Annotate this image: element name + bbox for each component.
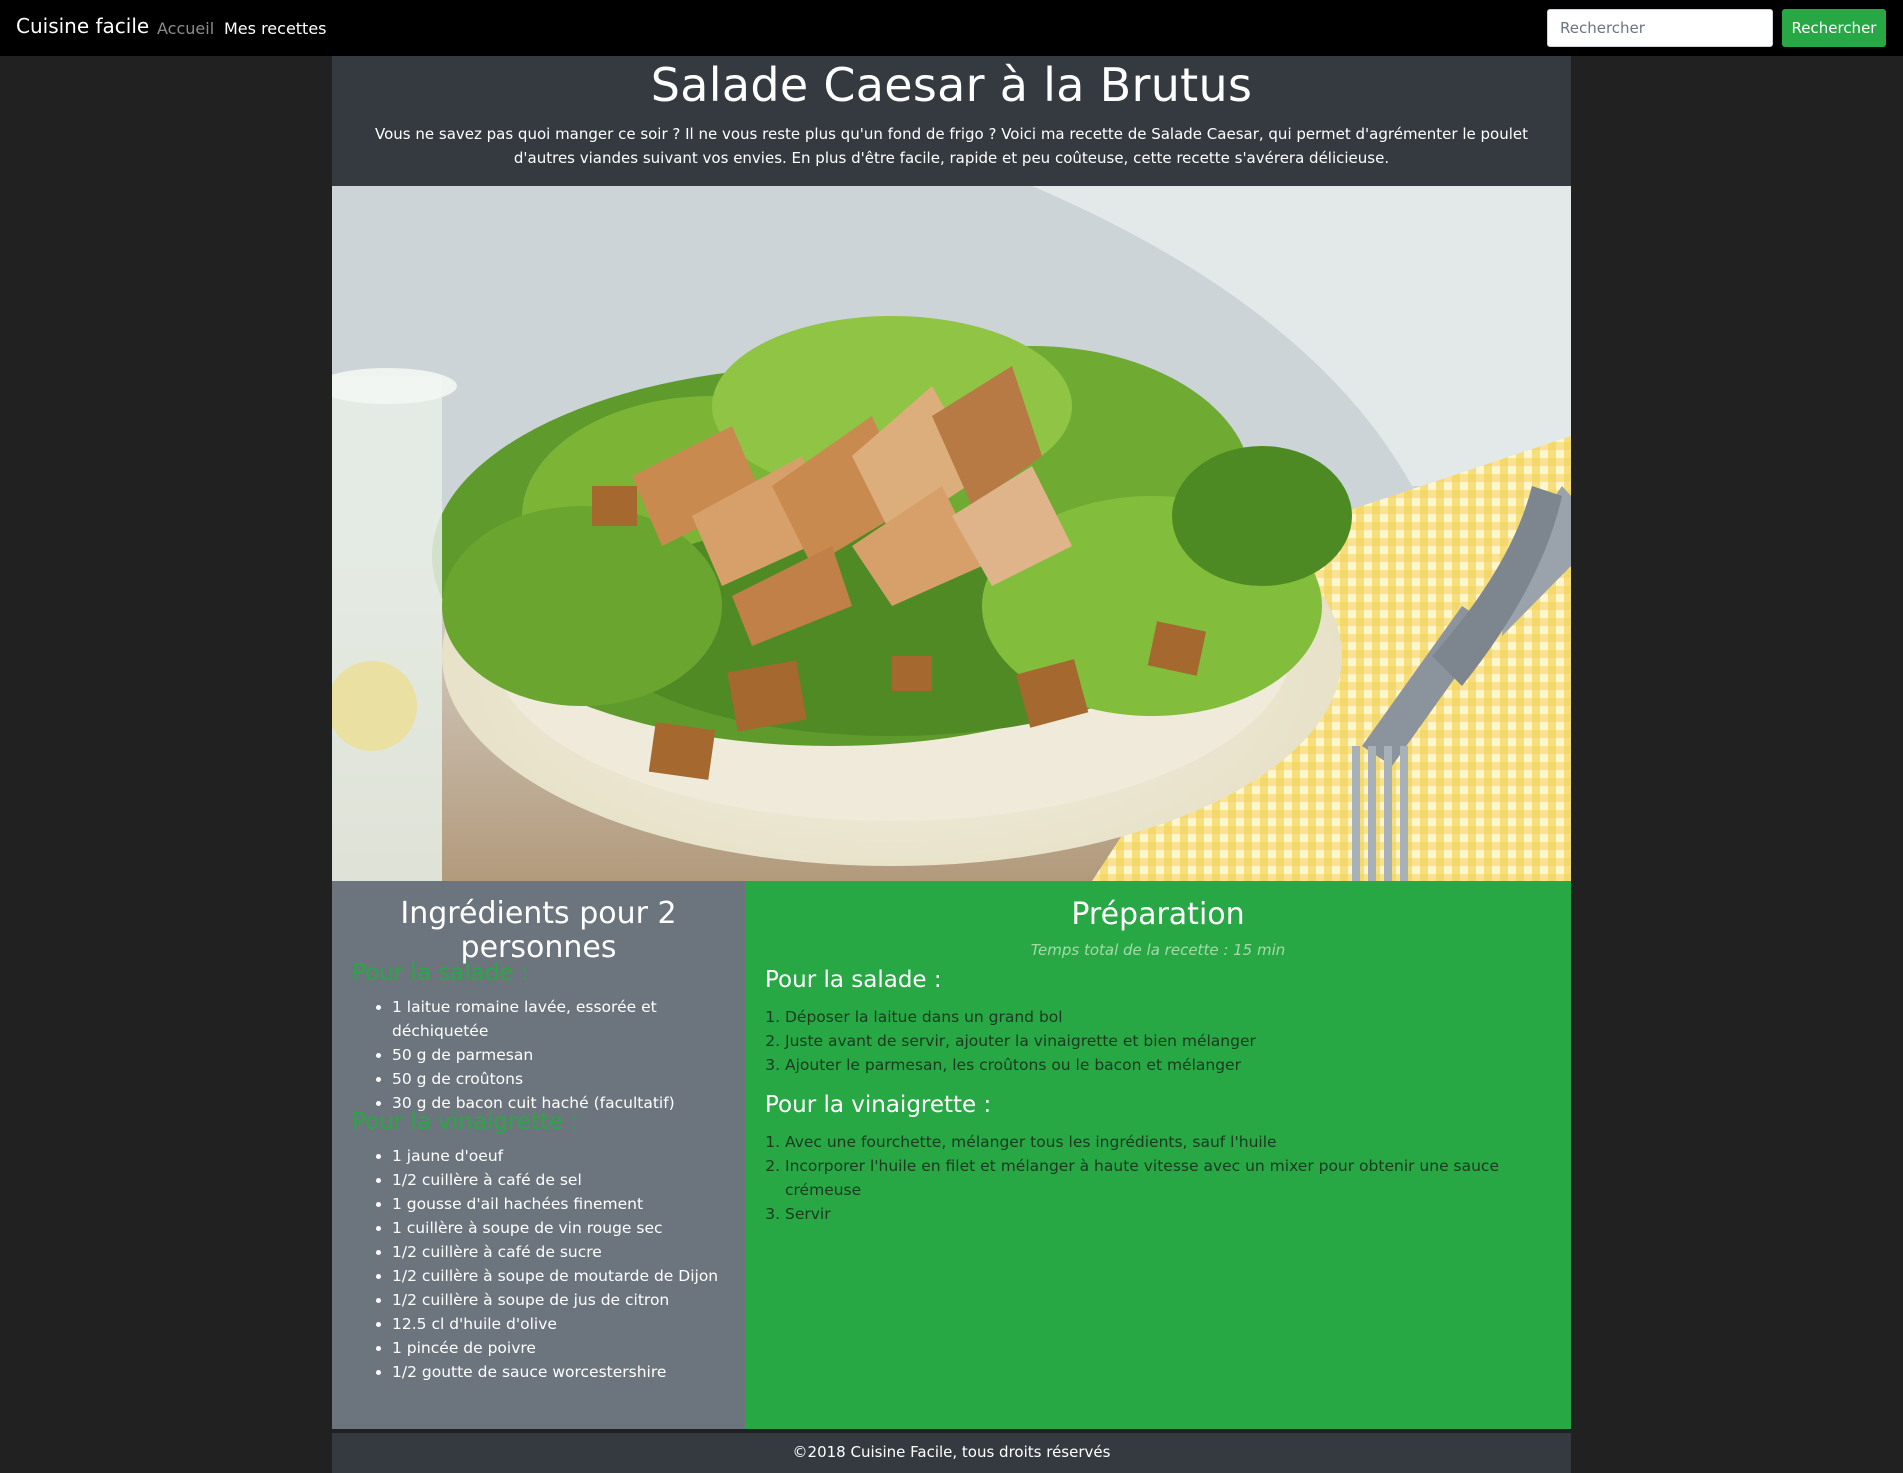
recipe-intro: Vous ne savez pas quoi manger ce soir ? … — [375, 125, 1528, 167]
list-item: 1 cuillère à soupe de vin rouge sec — [392, 1216, 718, 1240]
list-item: 1 gousse d'ail hachées finement — [392, 1192, 718, 1216]
list-item: Ajouter le parmesan, les croûtons ou le … — [785, 1053, 1256, 1077]
list-item: 50 g de croûtons — [392, 1067, 745, 1091]
ingredients-salade-heading: Pour la salade : — [352, 960, 529, 986]
list-item: 1/2 cuillère à café de sel — [392, 1168, 718, 1192]
ingredients-title: Ingrédients pour 2 personnes — [400, 896, 677, 965]
ingredients-section: Ingrédients pour 2 personnes Pour la sal… — [332, 881, 745, 1429]
search-button[interactable]: Rechercher — [1782, 9, 1886, 47]
list-item: Déposer la laitue dans un grand bol — [785, 1005, 1256, 1029]
preparation-time: Temps total de la recette : 15 min — [1030, 941, 1286, 959]
recipe-title: Salade Caesar à la Brutus — [650, 58, 1253, 112]
list-item: 1/2 cuillère à café de sucre — [392, 1240, 718, 1264]
nav-link-mes-recettes[interactable]: Mes recettes — [224, 19, 327, 38]
list-item: 1 pincée de poivre — [392, 1336, 718, 1360]
preparation-vinaigrette-heading: Pour la vinaigrette : — [765, 1092, 992, 1118]
preparation-salade-heading: Pour la salade : — [765, 967, 942, 993]
recipe-container: Salade Caesar à la Brutus Vous ne savez … — [332, 56, 1571, 1473]
list-item: 50 g de parmesan — [392, 1043, 745, 1067]
ingredients-salade-list: 1 laitue romaine lavée, essorée et déchi… — [352, 995, 745, 1115]
list-item: 1 laitue romaine lavée, essorée et déchi… — [392, 995, 745, 1043]
page-footer: ©2018 Cuisine Facile, tous droits réserv… — [332, 1433, 1571, 1473]
preparation-section: Préparation Temps total de la recette : … — [745, 881, 1571, 1429]
ingredients-vinaigrette-heading: Pour la vinaigrette : — [352, 1109, 579, 1135]
list-item: Juste avant de servir, ajouter la vinaig… — [785, 1029, 1256, 1053]
recipe-header: Salade Caesar à la Brutus Vous ne savez … — [332, 56, 1571, 186]
list-item: 12.5 cl d'huile d'olive — [392, 1312, 718, 1336]
recipe-photo — [332, 186, 1571, 881]
preparation-title: Préparation — [1071, 897, 1245, 932]
list-item: 1/2 cuillère à soupe de jus de citron — [392, 1288, 718, 1312]
ingredients-vinaigrette-list: 1 jaune d'oeuf 1/2 cuillère à café de se… — [352, 1144, 718, 1384]
list-item: 1/2 cuillère à soupe de moutarde de Dijo… — [392, 1264, 718, 1288]
list-item: Servir — [785, 1202, 1571, 1226]
nav-link-accueil[interactable]: Accueil — [157, 19, 214, 38]
brand-link[interactable]: Cuisine facile — [16, 14, 149, 38]
preparation-salade-steps: Déposer la laitue dans un grand bol Just… — [765, 1005, 1256, 1077]
search-input[interactable] — [1547, 9, 1773, 47]
list-item: Incorporer l'huile en filet et mélanger … — [785, 1154, 1571, 1202]
top-navbar: Cuisine facile Accueil Mes recettes Rech… — [0, 0, 1903, 56]
list-item: 1/2 goutte de sauce worcestershire — [392, 1360, 718, 1384]
list-item: 1 jaune d'oeuf — [392, 1144, 718, 1168]
footer-copyright: ©2018 Cuisine Facile, tous droits réserv… — [792, 1443, 1111, 1461]
preparation-vinaigrette-steps: Avec une fourchette, mélanger tous les i… — [765, 1130, 1571, 1226]
list-item: Avec une fourchette, mélanger tous les i… — [785, 1130, 1571, 1154]
